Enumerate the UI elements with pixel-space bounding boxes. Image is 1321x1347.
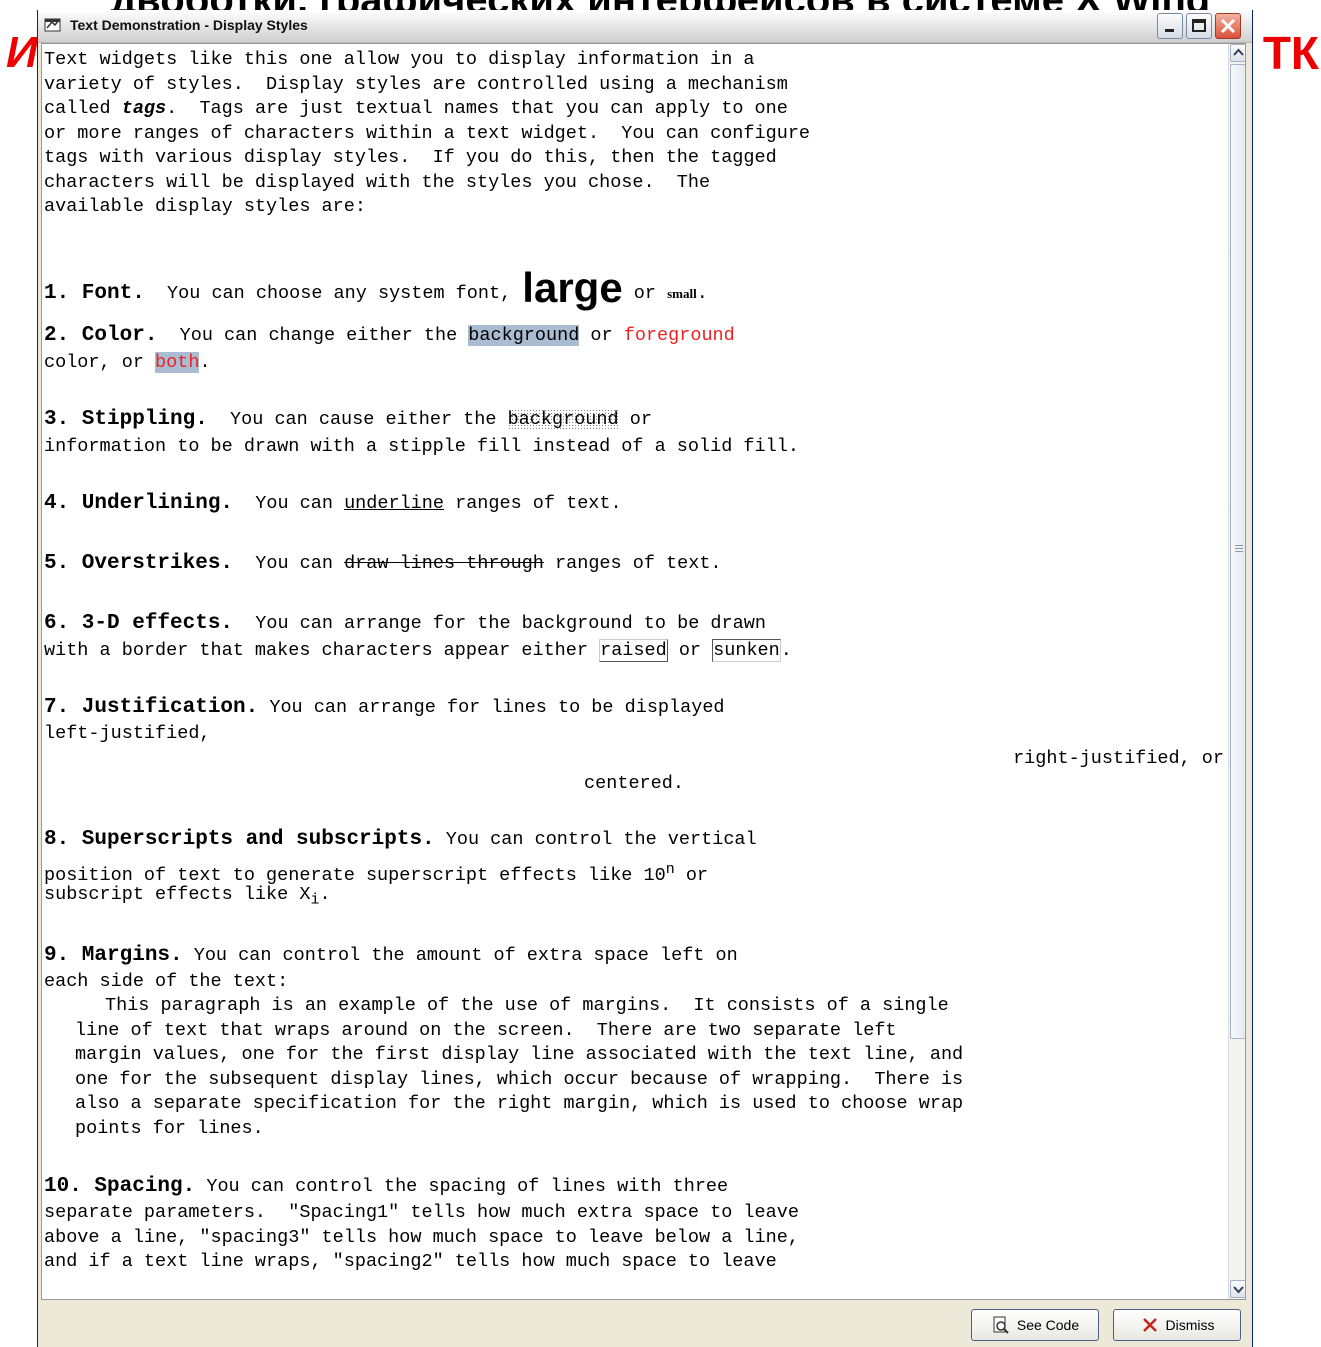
background-left-text: И [6, 28, 38, 77]
raised-sample: raised [599, 638, 668, 662]
section-heading: 3. Stippling. [44, 407, 208, 431]
section-stipple-line2: information to be drawn with a stipple f… [44, 435, 799, 457]
section-heading: 8. Superscripts and subscripts. [44, 827, 435, 851]
see-code-button[interactable]: See Code [971, 1309, 1099, 1341]
margin-paragraph-line: line of text that wraps around on the sc… [75, 1019, 897, 1041]
section-3d-effects: 6. 3-D effects. You can arrange for the … [44, 611, 766, 635]
both-sample: both [155, 351, 200, 373]
section-margins: 9. Margins. You can control the amount o… [44, 943, 738, 967]
section-spacing: 10. Spacing. You can control the spacing… [44, 1175, 729, 1198]
right-justified-line: right-justified, or [1013, 747, 1224, 769]
intro-line: variety of styles. Display styles are co… [44, 73, 788, 95]
maximize-button[interactable] [1186, 13, 1212, 39]
close-icon [1142, 1318, 1157, 1332]
section-heading: 7. Justification. [44, 695, 259, 719]
section-heading: 9. Margins. [44, 943, 183, 967]
app-icon [44, 17, 62, 33]
subscript-line: subscript effects like Xi. [44, 883, 331, 909]
section-heading: 5. Overstrikes. [44, 551, 234, 575]
button-bar: See Code Dismiss [38, 1301, 1252, 1347]
superscript-sample: n [665, 860, 675, 878]
scrollbar-thumb[interactable] [1230, 64, 1245, 1039]
text-content: Text widgets like this one allow you to … [44, 48, 1224, 1275]
section-stipple: 3. Stippling. You can cause either the b… [44, 407, 664, 431]
section-justification: 7. Justification. You can arrange for li… [44, 695, 725, 719]
small-sample: small [667, 285, 697, 301]
section-color: 2. Color. You can change either the back… [44, 323, 735, 347]
section-heading: 4. Underlining. [44, 491, 234, 515]
window-title: Text Demonstration - Display Styles [70, 17, 308, 33]
dismiss-label: Dismiss [1165, 1317, 1215, 1333]
intro-line: or more ranges of characters within a te… [44, 122, 811, 144]
tags-emphasis: tags [121, 98, 167, 119]
section-heading: 10. Spacing. [44, 1175, 196, 1198]
title-bar[interactable]: Text Demonstration - Display Styles [38, 10, 1252, 43]
intro-line: Text widgets like this one allow you to … [44, 49, 755, 70]
large-sample: large [522, 263, 623, 311]
text-demo-window: Text Demonstration - Display Styles Text… [37, 10, 1253, 1347]
chevron-up-icon [1233, 48, 1244, 56]
chevron-down-icon [1233, 1286, 1244, 1294]
section-3d-line2: with a border that makes characters appe… [44, 638, 792, 662]
see-code-label: See Code [1016, 1317, 1080, 1333]
grip-icon [1235, 545, 1243, 554]
margin-paragraph-line: This paragraph is an example of the use … [105, 995, 949, 1016]
intro-line: called tags. Tags are just textual names… [44, 98, 788, 119]
section-heading: 6. 3-D effects. [44, 611, 234, 635]
centered-line: centered. [584, 772, 684, 794]
magnifier-page-icon [993, 1316, 1009, 1334]
section-color-line2: color, or both. [44, 351, 211, 373]
margins-line2: each side of the text: [44, 970, 289, 992]
intro-line: characters will be displayed with the st… [44, 171, 711, 193]
close-icon [1220, 18, 1236, 34]
spacing-line: separate parameters. "Spacing1" tells ho… [44, 1202, 799, 1223]
stipple-sample: background [507, 408, 619, 430]
section-underline: 4. Underlining. You can underline ranges… [44, 491, 622, 515]
section-overstrike: 5. Overstrikes. You can draw lines throu… [44, 551, 722, 575]
section-heading: 1. Font. [44, 281, 145, 305]
close-button[interactable] [1215, 13, 1241, 39]
vertical-scrollbar[interactable] [1228, 44, 1245, 1299]
margin-paragraph-line: points for lines. [75, 1117, 264, 1139]
underline-sample: underline [344, 492, 444, 514]
overstrike-sample: draw lines through [344, 552, 544, 574]
section-font: 1. Font. You can choose any system font,… [44, 263, 708, 311]
text-display-area[interactable]: Text widgets like this one allow you to … [41, 43, 1246, 1300]
superscript-line: position of text to generate superscript… [44, 860, 709, 886]
minimize-button[interactable] [1157, 13, 1183, 39]
margin-paragraph-line: also a separate specification for the ri… [75, 1093, 964, 1114]
left-justified-line: left-justified, [44, 722, 211, 744]
intro-line: available display styles are: [44, 196, 366, 217]
dismiss-button[interactable]: Dismiss [1113, 1309, 1241, 1341]
background-right-text: ТК [1262, 27, 1319, 79]
scroll-up-button[interactable] [1230, 44, 1245, 62]
margin-paragraph-line: margin values, one for the first display… [75, 1044, 964, 1065]
spacing-line: and if a text line wraps, "spacing2" tel… [44, 1251, 777, 1272]
spacing-line: above a line, "spacing3" tells how much … [44, 1226, 799, 1248]
foreground-sample: foreground [623, 324, 735, 346]
sunken-sample: sunken [712, 638, 781, 662]
background-sample: background [468, 324, 580, 346]
section-heading: 2. Color. [44, 323, 158, 347]
scroll-down-button[interactable] [1230, 1280, 1245, 1298]
intro-line: tags with various display styles. If you… [44, 147, 777, 168]
margin-paragraph-line: one for the subsequent display lines, wh… [75, 1068, 964, 1090]
maximize-icon [1192, 19, 1206, 32]
minimize-icon [1165, 29, 1174, 32]
section-superscripts: 8. Superscripts and subscripts. You can … [44, 827, 757, 851]
